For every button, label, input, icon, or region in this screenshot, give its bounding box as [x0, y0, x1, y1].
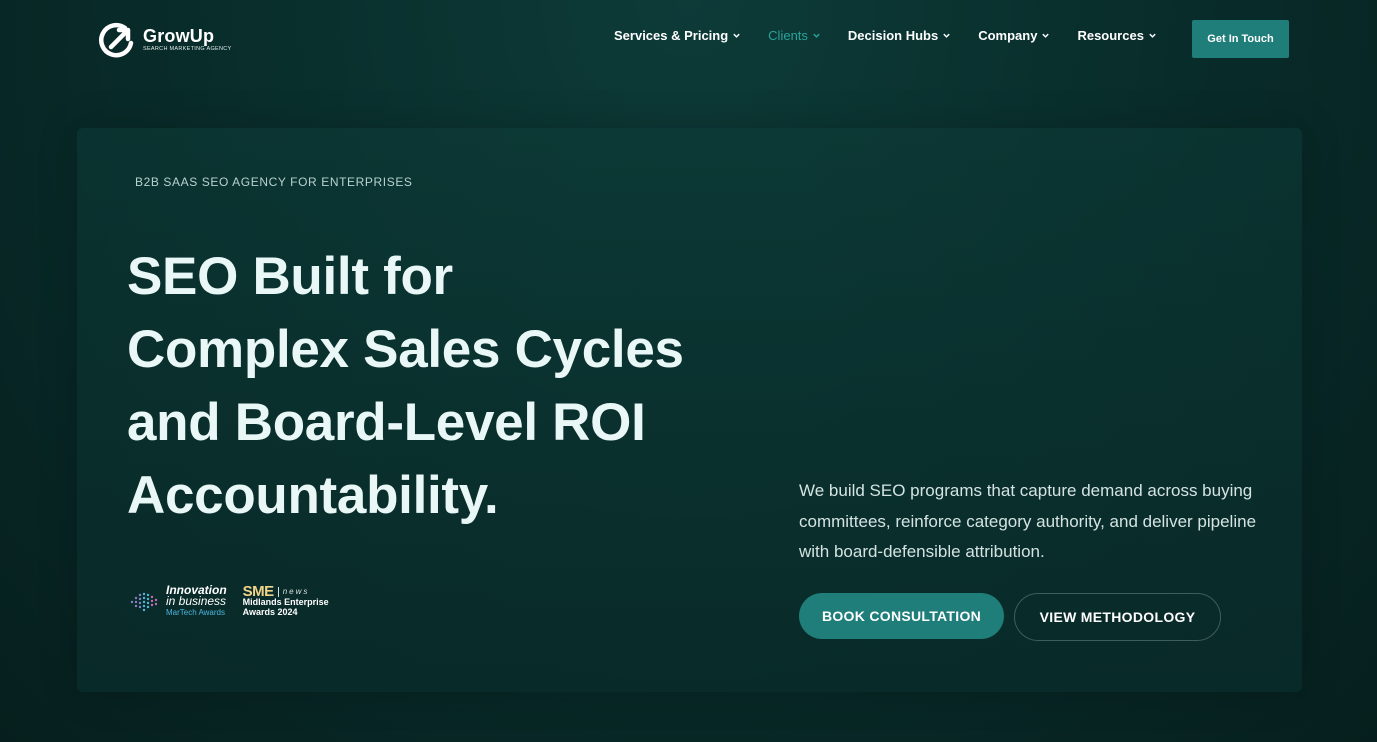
sme-logo: SME — [242, 582, 275, 600]
get-in-touch-button[interactable]: Get In Touch — [1192, 20, 1289, 58]
nav-item-label: Resources — [1077, 28, 1144, 43]
dotted-globe-icon — [130, 592, 158, 611]
nav-item-company[interactable]: Company — [978, 28, 1050, 43]
sme-logo-row: SME news — [242, 582, 329, 600]
sme-news-label: news — [277, 586, 310, 597]
site-header: GrowUp Search Marketing Agency Services … — [0, 0, 1377, 76]
sme-line2: Awards 2024 — [242, 606, 298, 617]
chevron-down-icon — [1042, 33, 1050, 38]
headline-line: Accountability. — [127, 466, 499, 525]
iib-line2: in business — [166, 594, 227, 608]
nav-item-clients[interactable]: Clients — [768, 28, 821, 43]
brand-tagline: Search Marketing Agency — [143, 45, 232, 52]
growth-arrow-g-icon — [99, 22, 134, 58]
chevron-down-icon — [813, 33, 820, 38]
sme-news-award: SME news Midlands Enterprise Awards 2024 — [242, 582, 329, 617]
main-nav: Services & Pricing Clients Decision Hubs… — [614, 28, 1184, 43]
logo[interactable]: GrowUp Search Marketing Agency — [97, 19, 232, 59]
logo-text: GrowUp Search Marketing Agency — [143, 26, 232, 53]
innovation-in-business-award: Innovation in business MarTech Awards — [128, 584, 227, 618]
chevron-down-icon — [943, 33, 950, 38]
headline-line: Complex Sales Cycles — [127, 320, 684, 379]
headline-line: SEO Built for — [127, 247, 453, 306]
book-consultation-button[interactable]: BOOK CONSULTATION — [799, 593, 1004, 639]
iib-line3: MarTech Awards — [166, 608, 225, 617]
brand-name: GrowUp — [143, 25, 215, 46]
hero-description: We build SEO programs that capture deman… — [799, 481, 1257, 561]
view-methodology-button[interactable]: VIEW METHODOLOGY — [1014, 593, 1221, 641]
nav-item-label: Services & Pricing — [614, 28, 729, 43]
nav-item-label: Clients — [768, 28, 808, 43]
awards-row: Innovation in business MarTech Awards SM… — [128, 582, 329, 618]
hero-eyebrow: B2B SAAS SEO AGENCY FOR ENTERPRISES — [135, 175, 413, 189]
nav-item-services-pricing[interactable]: Services & Pricing — [614, 28, 741, 43]
nav-item-resources[interactable]: Resources — [1077, 28, 1156, 43]
nav-item-label: Company — [978, 28, 1038, 43]
sme-line1: Midlands Enterprise — [242, 596, 329, 607]
nav-item-label: Decision Hubs — [847, 28, 939, 43]
headline-line: and Board-Level ROI — [127, 393, 646, 452]
chevron-down-icon — [733, 33, 740, 38]
hero-headline: SEO Built for Complex Sales Cycles and B… — [127, 240, 767, 532]
nav-item-decision-hubs[interactable]: Decision Hubs — [848, 28, 951, 43]
chevron-down-icon — [1149, 33, 1156, 38]
iib-text: Innovation in business MarTech Awards — [166, 584, 227, 618]
